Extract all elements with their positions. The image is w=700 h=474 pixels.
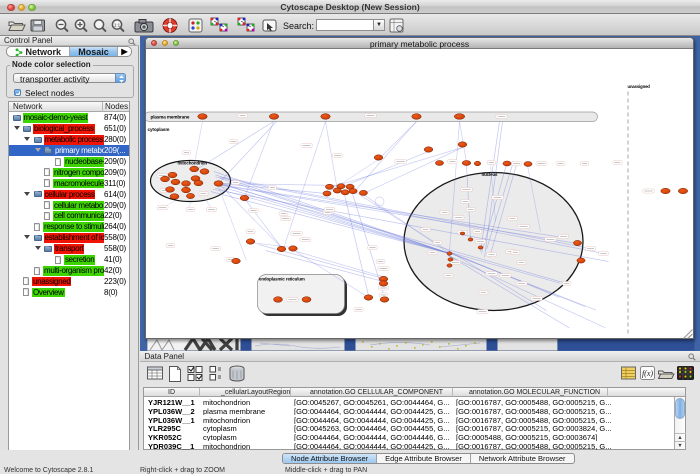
svg-text:f(x): f(x) bbox=[641, 369, 652, 378]
svg-text:1:1: 1:1 bbox=[114, 23, 121, 28]
svg-text:plasma membrane: plasma membrane bbox=[151, 114, 190, 119]
svg-text:nucleus: nucleus bbox=[482, 172, 499, 177]
svg-text:mitochondrion: mitochondrion bbox=[178, 160, 208, 165]
svg-text:endoplasmic reticulum: endoplasmic reticulum bbox=[259, 276, 305, 281]
svg-text:unassigned: unassigned bbox=[628, 84, 651, 89]
svg-text:cytoplasm: cytoplasm bbox=[148, 127, 170, 132]
